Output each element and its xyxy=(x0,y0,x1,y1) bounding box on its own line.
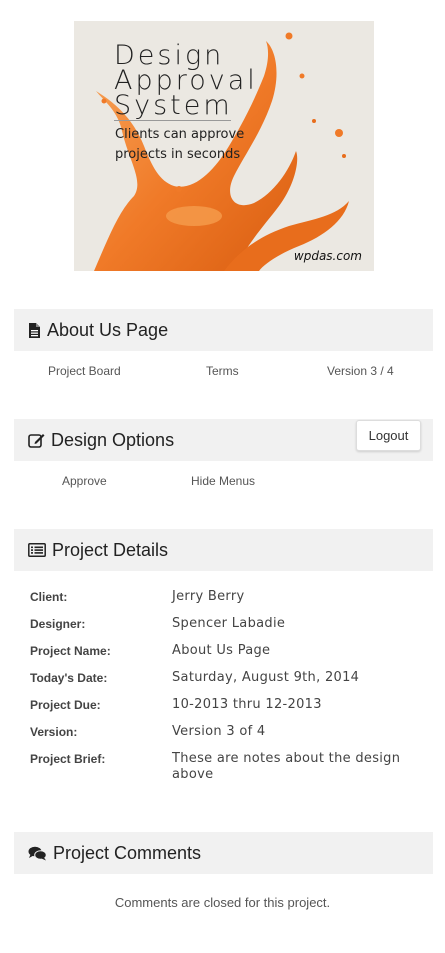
banner-site: wpdas.com xyxy=(293,249,362,263)
terms-link[interactable]: Terms xyxy=(206,364,239,378)
comments-panel-title: Project Comments xyxy=(53,842,202,863)
about-panel-title: About Us Page xyxy=(47,319,169,340)
detail-label: Designer: xyxy=(30,617,86,631)
comments-panel-header: Project Comments xyxy=(14,832,433,874)
detail-label: Client: xyxy=(30,590,68,604)
about-panel-header: About Us Page xyxy=(14,309,433,351)
detail-value: Spencer Labadie xyxy=(172,616,286,631)
comments-icon xyxy=(28,846,47,861)
detail-label: Version: xyxy=(30,725,78,739)
detail-label: Project Brief: xyxy=(30,752,106,766)
detail-value: Jerry Berry xyxy=(172,589,245,604)
edit-icon xyxy=(28,433,45,448)
promo-banner[interactable]: Design Approval System Clients can appro… xyxy=(74,21,374,271)
comments-closed-message: Comments are closed for this project. xyxy=(114,895,331,910)
project-board-link[interactable]: Project Board xyxy=(48,364,121,378)
details-panel-header: Project Details xyxy=(14,529,433,571)
detail-value: These are notes about the design above xyxy=(172,751,401,782)
file-icon xyxy=(28,322,41,338)
banner-tagline: Clients can approve projects in seconds xyxy=(115,127,245,162)
hide-menus-link[interactable]: Hide Menus xyxy=(191,474,255,488)
details-panel-title: Project Details xyxy=(52,539,169,560)
detail-value: Version 3 of 4 xyxy=(172,724,266,739)
banner-divider xyxy=(114,120,231,121)
detail-value: Saturday, August 9th, 2014 xyxy=(172,670,360,685)
design-panel-title: Design Options xyxy=(51,429,175,450)
list-icon xyxy=(28,543,46,557)
approve-link[interactable]: Approve xyxy=(62,474,107,488)
detail-label: Project Due: xyxy=(30,698,101,712)
detail-label: Today's Date: xyxy=(30,671,108,685)
logout-button[interactable]: Logout xyxy=(356,420,421,451)
detail-value: 10-2013 thru 12-2013 xyxy=(172,697,322,712)
banner-title: Design Approval System xyxy=(114,40,258,121)
detail-label: Project Name: xyxy=(30,644,111,658)
version-link[interactable]: Version 3 / 4 xyxy=(327,364,394,378)
detail-value: About Us Page xyxy=(172,643,271,658)
